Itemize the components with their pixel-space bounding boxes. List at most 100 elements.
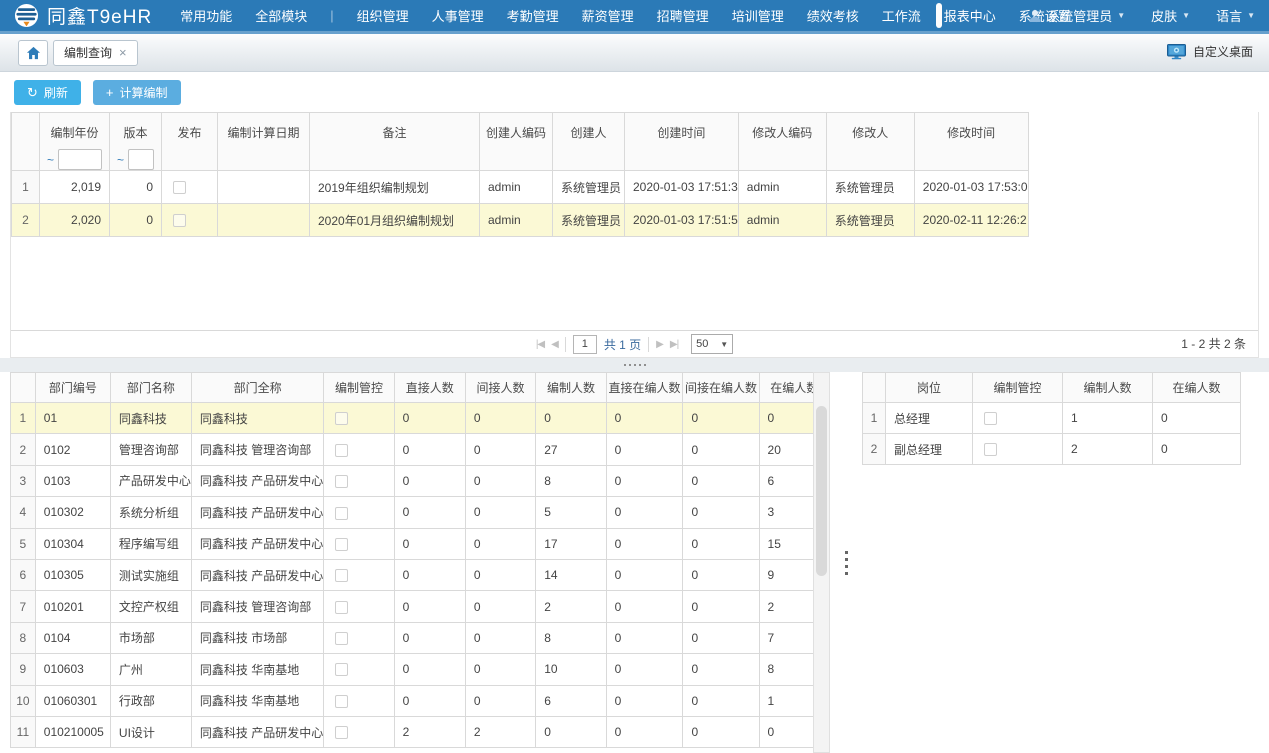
row-checkbox[interactable] [335,632,348,645]
cell-indirect_on: 0 [683,403,759,434]
nav-item-3[interactable]: 人事管理 [432,6,484,25]
row-checkbox[interactable] [335,726,348,739]
table-row[interactable]: 30103产品研发中心同鑫科技 产品研发中心008006 [11,465,830,496]
scrollbar-thumb[interactable] [816,406,827,576]
row-checkbox[interactable] [173,214,186,227]
nav-divider: | [330,8,333,23]
table-row[interactable]: 1总经理10 [863,403,1241,434]
nav-item-4[interactable]: 考勤管理 [507,6,559,25]
cell-checkbox [324,654,394,685]
nav-item-10[interactable]: 报表中心 [944,6,996,25]
home-icon [26,46,41,60]
user-name: 系统管理员 [1047,6,1112,25]
skin-label: 皮肤 [1151,6,1177,25]
row-checkbox[interactable] [984,412,997,425]
next-page-icon[interactable]: ▶ [656,339,663,350]
cell-direct_on: 0 [606,716,683,747]
header-rownum [11,373,36,403]
nav-item-0[interactable]: 常用功能 [180,6,232,25]
row-checkbox[interactable] [984,443,997,456]
nav-item-5[interactable]: 薪资管理 [582,6,634,25]
version-filter-input[interactable] [128,149,154,170]
cell-name: 系统分析组 [110,497,191,528]
nav-scrollbar-thumb[interactable] [936,3,942,28]
calc-label: 计算编制 [120,84,168,101]
header-year: 编制年份 ~ [40,113,110,171]
table-row[interactable]: 101同鑫科技同鑫科技000000 [11,403,830,434]
page-size-select[interactable]: 50 ▼ [691,334,733,354]
department-panel: 部门编号 部门名称 部门全称 编制管控 直接人数 间接人数 编制人数 直接在编人… [10,372,830,753]
prev-page-icon[interactable]: ◀ [551,339,558,350]
user-menu[interactable]: 系统管理员 ▼ [1028,6,1125,25]
cell-name: UI设计 [110,716,191,747]
table-row[interactable]: 5010304程序编写组同鑫科技 产品研发中心00170015 [11,528,830,559]
table-row[interactable]: 4010302系统分析组同鑫科技 产品研发中心005003 [11,497,830,528]
row-checkbox[interactable] [335,695,348,708]
row-checkbox[interactable] [335,569,348,582]
table-row[interactable]: 6010305测试实施组同鑫科技 产品研发中心0014009 [11,559,830,590]
dept-grid-scrollbar[interactable] [813,372,830,753]
nav-item-7[interactable]: 培训管理 [732,6,784,25]
header-modifier: 修改人 [826,113,914,171]
cell-indirect: 0 [465,403,535,434]
table-row[interactable]: 7010201文控产权组同鑫科技 管理咨询部002002 [11,591,830,622]
header-modify-time: 修改时间 [914,113,1028,171]
cell-code: 010305 [35,559,110,590]
cell-full: 同鑫科技 产品研发中心 [191,716,323,747]
row-checkbox[interactable] [335,507,348,520]
tab-bianzhi-chaxun[interactable]: 编制查询 × [53,40,138,66]
cell-authorized: 0 [536,403,606,434]
cell-post: 总经理 [886,403,973,434]
cell-on_board: 0 [1153,403,1241,434]
language-menu[interactable]: 语言 ▼ [1216,6,1255,25]
table-row[interactable]: 1001060301行政部同鑫科技 华南基地006001 [11,685,830,716]
cell-indirect: 0 [465,465,535,496]
cell-full: 同鑫科技 产品研发中心 [191,528,323,559]
close-icon[interactable]: × [119,46,127,59]
nav-item-6[interactable]: 招聘管理 [657,6,709,25]
table-row[interactable]: 12,01902019年组织编制规划admin系统管理员2020-01-03 1… [12,171,1029,204]
first-page-icon[interactable]: |◀ [536,339,544,350]
row-checkbox[interactable] [335,538,348,551]
tab-label: 编制查询 [64,44,112,61]
table-row[interactable]: 11010210005UI设计同鑫科技 产品研发中心220000 [11,716,830,747]
cell-create_time: 2020-01-03 17:51:5 [625,204,739,237]
cell-code: 010603 [35,654,110,685]
header-creator: 创建人 [553,113,625,171]
cell-modify_time: 2020-01-03 17:53:0 [914,171,1028,204]
cell-full: 同鑫科技 市场部 [191,622,323,653]
row-checkbox[interactable] [335,475,348,488]
row-checkbox[interactable] [335,444,348,457]
nav-item-9[interactable]: 工作流 [882,6,921,25]
table-row[interactable]: 22,02002020年01月组织编制规划admin系统管理员2020-01-0… [12,204,1029,237]
last-page-icon[interactable]: ▶| [670,339,678,350]
cell-name: 测试实施组 [110,559,191,590]
table-row[interactable]: 80104市场部同鑫科技 市场部008007 [11,622,830,653]
skin-menu[interactable]: 皮肤 ▼ [1151,6,1190,25]
establishment-plan-panel: 编制年份 ~ 版本 ~ 发布 编制计算日期 [10,112,1259,358]
nav-item-1[interactable]: 全部模块 [255,6,307,25]
row-checkbox[interactable] [335,412,348,425]
cell-creator: 系统管理员 [553,204,625,237]
cell-code: 010304 [35,528,110,559]
table-row[interactable]: 9010603广州同鑫科技 华南基地0010008 [11,654,830,685]
customize-desktop-link[interactable]: 自定义桌面 [1167,43,1253,60]
row-checkbox[interactable] [173,181,186,194]
row-checkbox[interactable] [335,601,348,614]
table-row[interactable]: 2副总经理20 [863,434,1241,465]
nav-item-8[interactable]: 绩效考核 [807,6,859,25]
calc-establishment-button[interactable]: + 计算编制 [93,80,181,105]
horizontal-splitter-handle[interactable] [0,358,1269,372]
cell-checkbox [973,434,1063,465]
tab-home[interactable] [18,40,48,66]
page-number-input[interactable] [573,335,597,354]
vertical-splitter-handle[interactable] [830,372,862,753]
table-row[interactable]: 20102管理咨询部同鑫科技 管理咨询部00270020 [11,434,830,465]
row-checkbox[interactable] [335,663,348,676]
nav-item-2[interactable]: 组织管理 [357,6,409,25]
cell-direct: 0 [394,403,465,434]
cell-num: 1 [12,171,40,204]
year-filter-input[interactable] [58,149,102,170]
refresh-button[interactable]: ↻ 刷新 [14,80,81,105]
cell-version: 0 [110,204,162,237]
